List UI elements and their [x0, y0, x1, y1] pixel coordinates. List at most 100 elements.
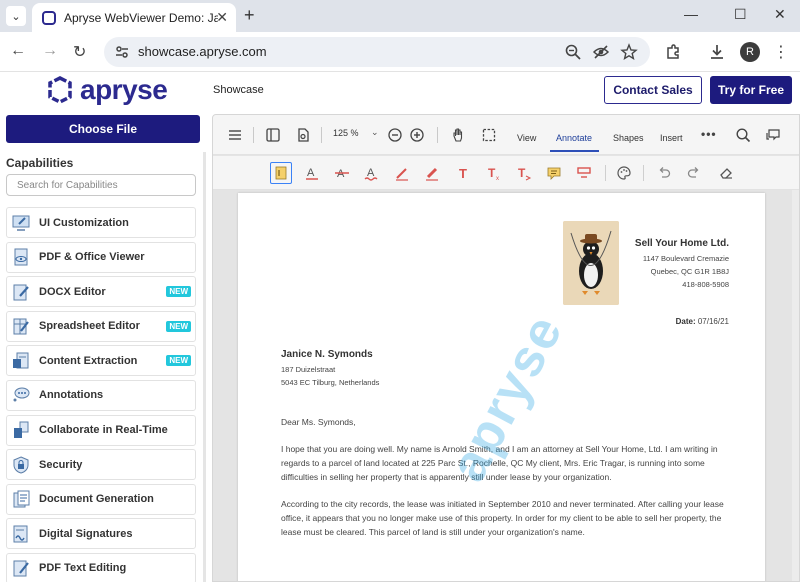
header-divider	[437, 127, 438, 143]
star-icon[interactable]	[620, 43, 638, 61]
company-address-block: Sell Your Home Ltd. 1147 Boulevard Crema…	[635, 238, 729, 291]
search-icon[interactable]	[735, 127, 751, 143]
tab-insert[interactable]: Insert	[660, 133, 683, 143]
document-scrollbar[interactable]	[792, 190, 799, 581]
zoom-out-icon[interactable]	[387, 127, 403, 143]
view-controls-icon[interactable]	[295, 127, 311, 143]
sticky-note-tool[interactable]	[545, 164, 563, 182]
text-box-tool[interactable]	[575, 164, 593, 182]
capability-document-generation[interactable]: Document Generation	[6, 483, 196, 515]
capability-pdf-office-viewer[interactable]: PDF & Office Viewer	[6, 241, 196, 273]
sticky-note-icon	[547, 167, 561, 180]
download-icon[interactable]	[708, 43, 726, 61]
apryse-favicon-icon	[42, 10, 56, 25]
tab-close-icon[interactable]: ✕	[216, 9, 228, 26]
site-header: apryse Showcase Contact Sales Try for Fr…	[0, 72, 800, 112]
letter-date: Date: 07/16/21	[676, 317, 729, 326]
style-palette-tool[interactable]	[615, 164, 633, 182]
capability-docx-editor[interactable]: DOCX Editor NEW	[6, 276, 196, 308]
capability-security[interactable]: Security	[6, 449, 196, 481]
tools-divider	[643, 165, 644, 181]
document-stack-icon	[13, 490, 30, 508]
capability-pdf-text-editing[interactable]: PDF Text Editing	[6, 552, 196, 582]
tab-annotate[interactable]: Annotate	[556, 133, 592, 143]
squiggly-tool[interactable]: A	[363, 164, 381, 182]
contact-sales-button[interactable]: Contact Sales	[604, 76, 702, 104]
maximize-icon[interactable]: ☐	[734, 6, 747, 23]
url-text: showcase.apryse.com	[138, 44, 267, 59]
underline-tool[interactable]: A	[303, 164, 321, 182]
freehand-tool[interactable]	[393, 164, 411, 182]
document-pencil-icon	[13, 284, 29, 301]
zoom-in-icon[interactable]	[409, 127, 425, 143]
redo-button[interactable]	[685, 164, 703, 182]
highlight-tool[interactable]	[270, 162, 292, 184]
zoom-icon[interactable]	[564, 43, 582, 61]
zoom-level[interactable]: 125 %	[333, 128, 359, 138]
comment-bubble-icon	[13, 387, 30, 402]
reload-icon[interactable]: ↻	[73, 42, 86, 62]
document-extract-icon	[13, 352, 29, 369]
more-icon[interactable]: ⋮	[773, 42, 789, 62]
capability-label: Spreadsheet Editor	[39, 320, 140, 333]
capability-ui-customization[interactable]: UI Customization	[6, 207, 196, 238]
extensions-icon[interactable]	[664, 43, 682, 61]
more-tabs-icon[interactable]: •••	[701, 127, 717, 141]
choose-file-button[interactable]: Choose File	[6, 115, 200, 143]
callout-text-tool[interactable]: Tx	[485, 164, 503, 182]
capability-digital-signatures[interactable]: Digital Signatures	[6, 518, 196, 550]
svg-text:A: A	[367, 167, 375, 179]
capability-spreadsheet-editor[interactable]: Spreadsheet Editor NEW	[6, 310, 196, 342]
forward-icon[interactable]: →	[42, 42, 58, 60]
freehand-highlight-tool[interactable]	[423, 164, 441, 182]
undo-button[interactable]	[655, 164, 673, 182]
penguin-illustration	[563, 221, 619, 305]
new-badge: NEW	[166, 355, 191, 367]
site-info-icon[interactable]	[114, 44, 130, 60]
tab-shapes[interactable]: Shapes	[613, 133, 644, 143]
pan-hand-icon[interactable]	[451, 127, 467, 143]
marker-icon	[426, 167, 438, 181]
marquee-select-icon[interactable]	[481, 127, 497, 143]
left-panel-toggle-icon[interactable]	[265, 127, 281, 143]
tab-view[interactable]: View	[517, 133, 536, 143]
showcase-link[interactable]: Showcase	[213, 84, 264, 96]
svg-text:A: A	[337, 168, 345, 180]
eye-off-icon[interactable]	[592, 43, 610, 61]
tab-title: Apryse WebViewer Demo: JavaScript PDF Vi…	[64, 10, 218, 25]
hamburger-menu-icon[interactable]	[227, 127, 243, 143]
close-icon[interactable]: ✕	[774, 6, 786, 23]
capability-annotations[interactable]: Annotations	[6, 379, 196, 411]
document-page[interactable]: Sell Your Home Ltd. 1147 Boulevard Crema…	[238, 193, 765, 581]
eraser-tool[interactable]	[717, 164, 735, 182]
capability-collaborate[interactable]: Collaborate in Real-Time	[6, 414, 196, 446]
text-box-icon	[577, 167, 591, 178]
minimize-icon[interactable]: —	[684, 6, 698, 22]
capability-content-extraction[interactable]: Content Extraction NEW	[6, 345, 196, 377]
text-redline-tool[interactable]: T	[515, 164, 533, 182]
svg-text:T: T	[459, 166, 467, 181]
capabilities-search-input[interactable]: Search for Capabilities	[6, 174, 196, 196]
back-icon[interactable]: ←	[10, 42, 26, 60]
new-badge: NEW	[166, 320, 191, 332]
comments-panel-icon[interactable]	[765, 127, 781, 143]
address-bar[interactable]: showcase.apryse.com	[104, 37, 650, 67]
panel-scrollbar[interactable]	[203, 152, 206, 582]
profile-avatar[interactable]: R	[740, 42, 760, 62]
capability-label: UI Customization	[39, 216, 129, 229]
new-badge: NEW	[166, 286, 191, 298]
underline-text-icon: A	[306, 167, 318, 180]
try-for-free-button[interactable]: Try for Free	[710, 76, 792, 104]
collaborate-icon	[14, 421, 29, 439]
zoom-dropdown-icon[interactable]: ⌄	[371, 127, 379, 138]
browser-tab[interactable]: Apryse WebViewer Demo: JavaScript PDF Vi…	[32, 3, 236, 32]
recipient-address-line: 187 Duizelstraat	[281, 365, 336, 374]
apryse-logo[interactable]: apryse	[46, 76, 168, 104]
pen-icon	[396, 168, 408, 181]
company-name: Sell Your Home Ltd.	[634, 238, 729, 249]
tab-search-icon[interactable]: ⌄	[6, 6, 26, 26]
free-text-tool[interactable]: T	[455, 164, 473, 182]
new-tab-icon[interactable]: +	[244, 5, 255, 26]
svg-text:x: x	[496, 176, 499, 181]
strikeout-tool[interactable]: A	[333, 164, 351, 182]
